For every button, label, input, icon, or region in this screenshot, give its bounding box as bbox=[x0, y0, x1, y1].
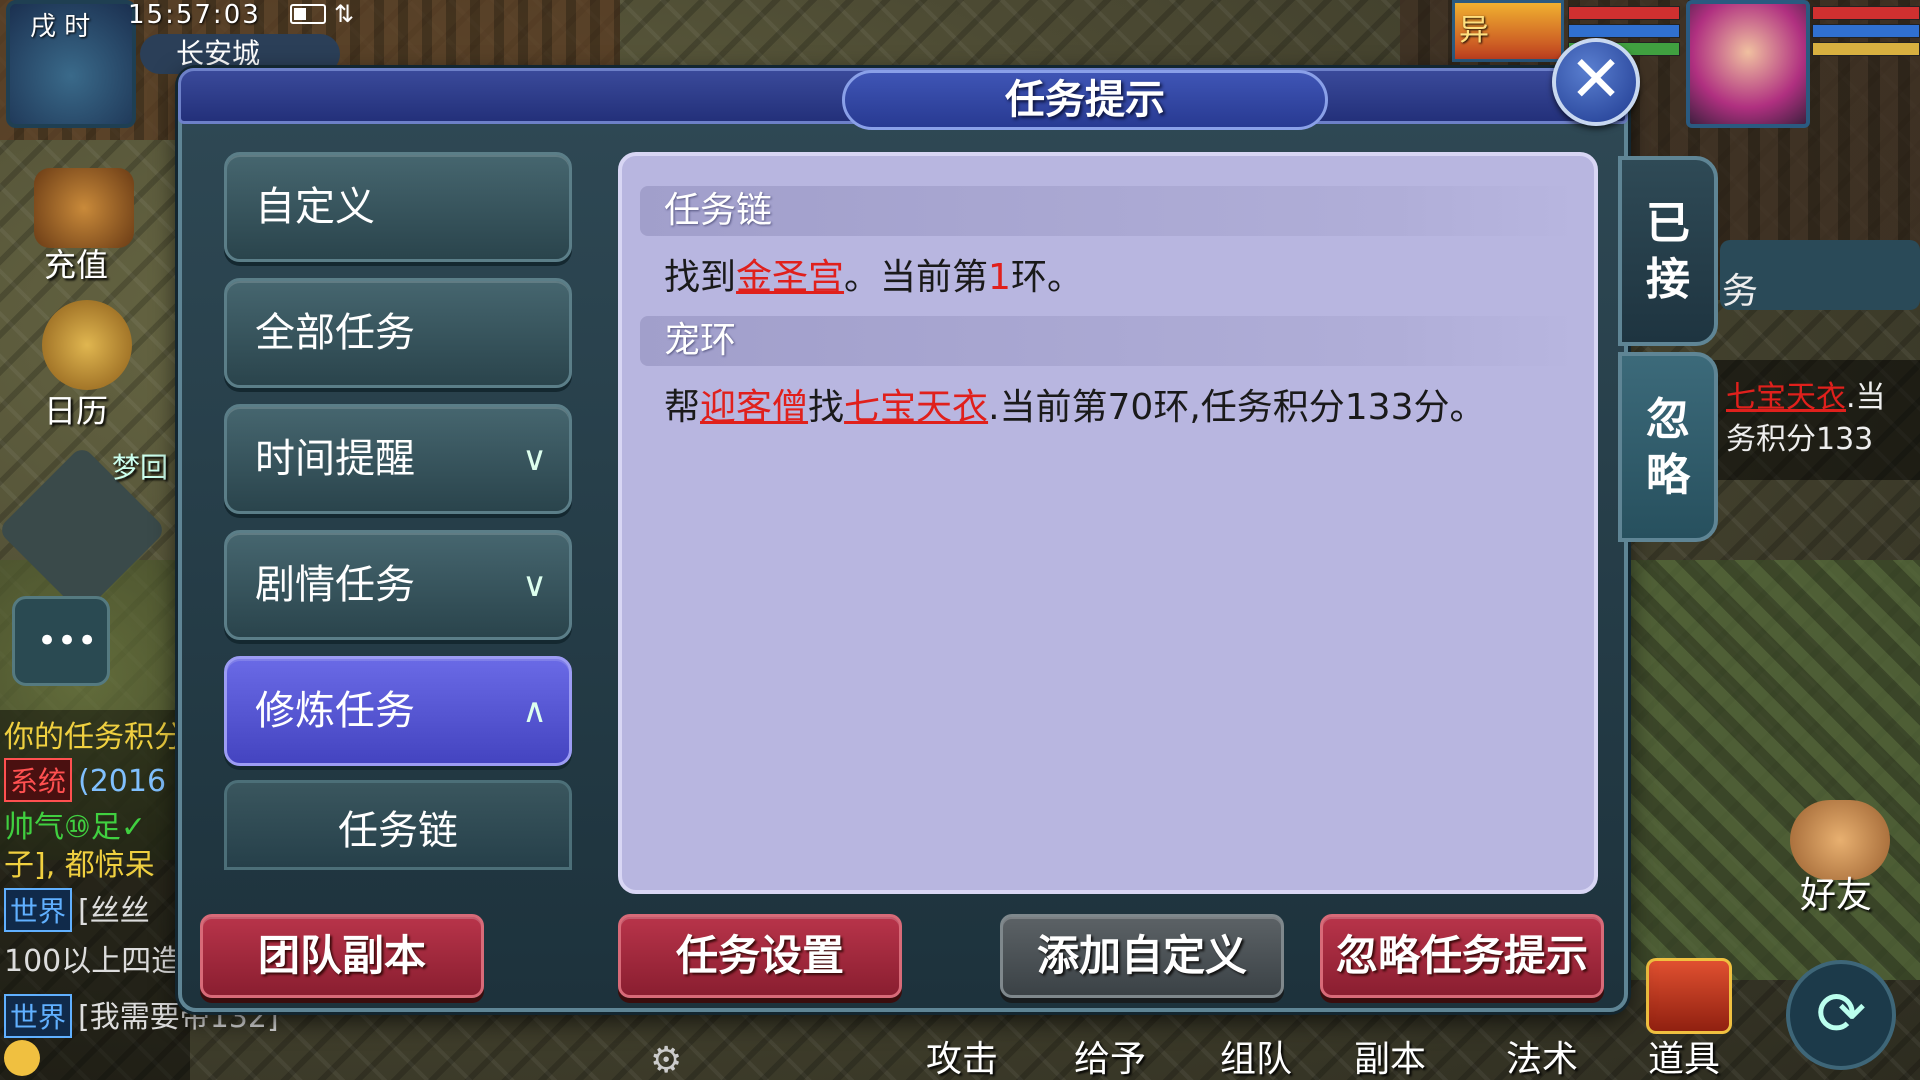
category-time-reminder[interactable]: 时间提醒 ∨ bbox=[224, 404, 572, 514]
recharge-icon[interactable] bbox=[34, 168, 134, 248]
chat-tag-world: 世界 bbox=[4, 888, 73, 932]
pet-badge: 异 bbox=[1459, 13, 1489, 48]
recharge-label[interactable]: 充值 bbox=[44, 240, 108, 286]
chat-tag-world: 世界 bbox=[4, 994, 73, 1038]
chat-line: [丝丝 bbox=[78, 894, 150, 929]
task-panel-points: 务积分133 bbox=[1726, 422, 1874, 457]
chat-bubble-icon[interactable]: ••• bbox=[12, 596, 110, 686]
gear-icon[interactable]: ⚙ bbox=[650, 1040, 682, 1080]
time-period: 戌 时 bbox=[30, 12, 91, 42]
refresh-icon[interactable]: ⟳ bbox=[1786, 960, 1896, 1070]
task-settings-button[interactable]: 任务设置 bbox=[618, 914, 902, 998]
chevron-down-icon: ∨ bbox=[522, 565, 547, 605]
task-heading: 宠环 bbox=[640, 316, 1580, 366]
task-content-panel: 任务链 找到金圣宫。当前第1环。 宠环 帮迎客僧找七宝天衣.当前第70环,任务积… bbox=[618, 152, 1598, 894]
pet-mp-bar bbox=[1568, 24, 1680, 38]
category-custom[interactable]: 自定义 bbox=[224, 152, 572, 262]
player-portrait[interactable] bbox=[1686, 0, 1810, 128]
task-npc-link[interactable]: 迎客僧 bbox=[700, 387, 808, 428]
task-target-link[interactable]: 金圣宫 bbox=[736, 257, 844, 298]
chat-tag-system: 系统 bbox=[4, 758, 73, 802]
task-heading: 任务链 bbox=[640, 186, 1580, 236]
task-text: 帮 bbox=[664, 387, 701, 428]
signal-icon: ⇅ bbox=[334, 0, 355, 28]
menu-items[interactable]: 道具 bbox=[1648, 1030, 1720, 1080]
menu-give[interactable]: 给予 bbox=[1074, 1030, 1146, 1080]
pet-hp-bar bbox=[1568, 6, 1680, 20]
tab-accepted[interactable]: 已接 bbox=[1618, 156, 1718, 346]
task-item-link[interactable]: 七宝天衣 bbox=[844, 387, 988, 428]
category-label: 剧情任务 bbox=[255, 562, 415, 608]
tab-ignored[interactable]: 忽略 bbox=[1618, 352, 1718, 542]
task-panel-suffix: .当 bbox=[1846, 380, 1886, 415]
task-round: 1 bbox=[988, 257, 1011, 298]
category-story-tasks[interactable]: 剧情任务 ∨ bbox=[224, 530, 572, 640]
ignore-task-hint-button[interactable]: 忽略任务提示 bbox=[1320, 914, 1604, 998]
category-label: 修炼任务 bbox=[255, 688, 415, 734]
category-label: 自定义 bbox=[255, 184, 375, 230]
menu-friends[interactable]: 好友 bbox=[1800, 866, 1872, 918]
menu-magic[interactable]: 法术 bbox=[1506, 1030, 1578, 1080]
subcategory-task-chain[interactable]: 任务链 bbox=[224, 780, 572, 870]
tab-label: 已接 bbox=[1646, 198, 1690, 305]
tab-label: 忽略 bbox=[1646, 394, 1690, 501]
task-text: 。当前第 bbox=[844, 257, 989, 298]
team-dungeon-button[interactable]: 团队副本 bbox=[200, 914, 484, 998]
clock: 15:57:03 bbox=[128, 0, 261, 30]
task-text: 环。 bbox=[1010, 257, 1083, 298]
battery-icon bbox=[290, 4, 326, 24]
menu-dungeon[interactable]: 副本 bbox=[1354, 1030, 1426, 1080]
category-all-tasks[interactable]: 全部任务 bbox=[224, 278, 572, 388]
task-hint-dialog: 任务提示 自定义 全部任务 时间提醒 ∨ 剧情任务 ∨ 修炼任务 ∧ 任务链 任… bbox=[178, 68, 1628, 1012]
task-text: .当前第70环,任务积分133分。 bbox=[988, 387, 1486, 428]
chat-line: 100以上四造 bbox=[4, 944, 182, 979]
calendar-icon[interactable] bbox=[42, 300, 132, 390]
menu-team[interactable]: 组队 bbox=[1220, 1030, 1292, 1080]
task-text: 找到 bbox=[664, 257, 737, 298]
task-panel-title: 务 bbox=[1722, 271, 1759, 312]
items-chest-icon[interactable] bbox=[1646, 958, 1732, 1034]
chat-line: 子], 都惊呆 bbox=[4, 848, 155, 883]
add-custom-button[interactable]: 添加自定义 bbox=[1000, 914, 1284, 998]
player-anger-bar bbox=[1812, 42, 1920, 56]
chevron-up-icon: ∧ bbox=[522, 691, 547, 731]
task-panel-item[interactable]: 七宝天衣 bbox=[1726, 380, 1846, 415]
category-label: 全部任务 bbox=[255, 310, 415, 356]
task-panel-line[interactable]: 七宝天衣.当 bbox=[1726, 372, 1886, 416]
category-label: 时间提醒 bbox=[255, 436, 415, 482]
task-text: 找 bbox=[808, 387, 845, 428]
player-hp-bar bbox=[1812, 6, 1920, 20]
pet-portrait[interactable]: 异 bbox=[1452, 0, 1564, 62]
menu-attack[interactable]: 攻击 bbox=[926, 1030, 998, 1080]
category-cultivation-tasks[interactable]: 修炼任务 ∧ bbox=[224, 656, 572, 766]
task-description: 帮迎客僧找七宝天衣.当前第70环,任务积分133分。 bbox=[664, 378, 1485, 430]
chat-line: 你的任务积分 bbox=[4, 720, 184, 755]
task-description: 找到金圣宫。当前第1环。 bbox=[664, 248, 1083, 300]
chevron-down-icon: ∨ bbox=[522, 439, 547, 479]
emoji-icon[interactable] bbox=[4, 1040, 40, 1076]
player-mp-bar bbox=[1812, 24, 1920, 38]
dialog-title: 任务提示 bbox=[842, 70, 1328, 130]
chat-line: (2016 bbox=[78, 764, 167, 799]
dream-return-label: 梦回 bbox=[112, 451, 169, 484]
calendar-label[interactable]: 日历 bbox=[44, 386, 108, 432]
close-icon[interactable]: ✕ bbox=[1552, 38, 1640, 126]
chat-log[interactable]: 你的任务积分 系统 (2016 帅气⑩足✓ 子], 都惊呆 世界 [丝丝 100以上… bbox=[0, 710, 279, 1080]
